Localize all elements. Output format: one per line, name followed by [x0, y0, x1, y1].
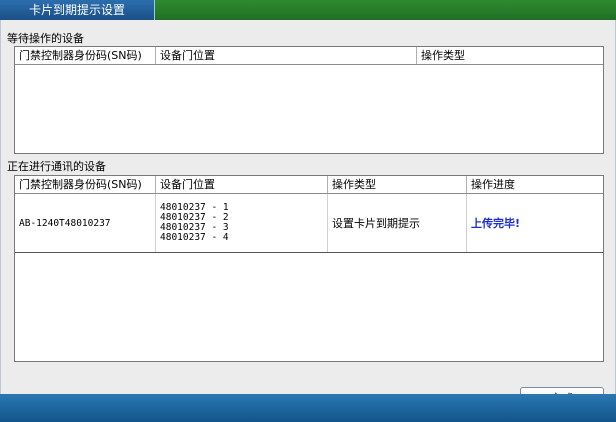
dialog-client-area: 等待操作的设备 门禁控制器身份码(SN码) 设备门位置 操作类型 正在进行通讯的…	[0, 20, 616, 410]
title-bar: 卡片到期提示设置	[0, 0, 616, 20]
active-devices-list[interactable]: 门禁控制器身份码(SN码) 设备门位置 操作类型 操作进度 AB-1240T48…	[14, 175, 604, 362]
column-header-sn[interactable]: 门禁控制器身份码(SN码)	[15, 176, 156, 193]
cell-sn: AB-1240T48010237	[15, 194, 156, 252]
pending-devices-label: 等待操作的设备	[7, 32, 84, 45]
column-header-operation[interactable]: 操作类型	[328, 176, 467, 193]
column-header-progress[interactable]: 操作进度	[467, 176, 603, 193]
door-position: 48010237 - 4	[160, 232, 229, 243]
column-header-door[interactable]: 设备门位置	[156, 176, 328, 193]
table-row[interactable]: AB-1240T48010237 48010237 - 1 48010237 -…	[15, 194, 603, 253]
active-devices-label: 正在进行通讯的设备	[7, 160, 106, 173]
cell-progress-status: 上传完毕!	[471, 217, 521, 230]
cell-door-positions: 48010237 - 1 48010237 - 2 48010237 - 3 4…	[156, 194, 328, 252]
window-bottom-band	[0, 394, 616, 422]
window-title-tab: 卡片到期提示设置	[0, 0, 155, 20]
column-header-sn[interactable]: 门禁控制器身份码(SN码)	[15, 47, 156, 64]
pending-list-header: 门禁控制器身份码(SN码) 设备门位置 操作类型	[15, 47, 603, 65]
pending-devices-list[interactable]: 门禁控制器身份码(SN码) 设备门位置 操作类型	[14, 46, 604, 154]
column-header-operation[interactable]: 操作类型	[417, 47, 603, 64]
cell-operation: 设置卡片到期提示	[328, 194, 467, 252]
column-header-door[interactable]: 设备门位置	[156, 47, 417, 64]
active-list-header: 门禁控制器身份码(SN码) 设备门位置 操作类型 操作进度	[15, 176, 603, 194]
